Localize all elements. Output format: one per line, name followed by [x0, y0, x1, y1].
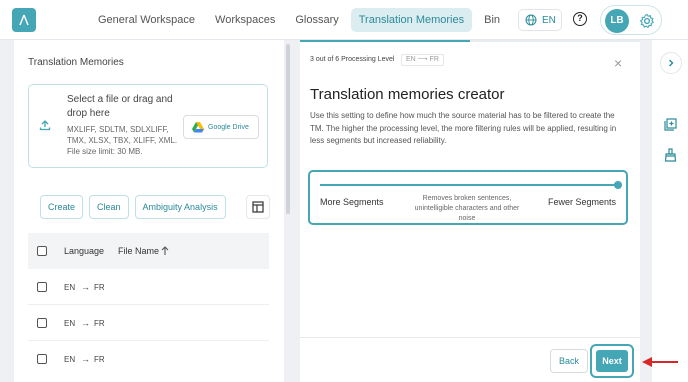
gear-icon[interactable] [639, 13, 655, 29]
table-header: Language File Name [28, 233, 269, 269]
next-button-highlight: Next [590, 344, 634, 378]
processing-level-slider[interactable]: More Segments Removes broken sentences, … [308, 170, 628, 225]
language-label: EN [542, 14, 556, 26]
main-nav: General Workspace Workspaces Glossary Tr… [90, 8, 508, 32]
dropzone-formats: MXLIFF, SDLTM, SDLXLIFF, TMX, XLSX, TBX,… [67, 124, 185, 157]
slider-min-label: More Segments [320, 197, 384, 207]
ambiguity-analysis-button[interactable]: Ambiguity Analysis [134, 195, 226, 219]
footer-divider [300, 337, 640, 338]
tm-action-buttons: Create Clean Ambiguity Analysis [40, 195, 226, 219]
column-file-name[interactable]: File Name [118, 246, 159, 256]
wizard-progress-bar [300, 40, 470, 42]
back-button[interactable]: Back [550, 349, 588, 373]
panel-title: Translation Memories [28, 57, 124, 68]
arrow-right-icon: → [81, 282, 90, 292]
slider-handle[interactable] [614, 181, 622, 189]
step-indicator: 3 out of 6 Processing Level [310, 56, 395, 63]
nav-bin[interactable]: Bin [476, 8, 508, 32]
clean-button[interactable]: Clean [89, 195, 129, 219]
target-language: FR [94, 355, 105, 364]
globe-icon [525, 14, 537, 26]
top-navigation-bar: General Workspace Workspaces Glossary Tr… [0, 0, 688, 40]
row-checkbox[interactable] [37, 354, 47, 364]
slider-level-description: Removes broken sentences, unintelligible… [414, 195, 520, 222]
translation-memories-panel: Translation Memories Select a file or dr… [14, 40, 284, 382]
avatar[interactable]: LB [605, 9, 629, 33]
dropzone-formats-text: MXLIFF, SDLTM, SDLXLIFF, TMX, XLSX, TBX,… [67, 125, 178, 145]
close-icon[interactable]: × [614, 56, 622, 70]
google-drive-label: Google Drive [208, 123, 249, 131]
dialog-title: Translation memories creator [310, 86, 505, 103]
slider-max-label: Fewer Segments [547, 197, 616, 207]
right-sidebar [652, 40, 688, 382]
nav-glossary[interactable]: Glossary [287, 8, 346, 32]
nav-translation-memories[interactable]: Translation Memories [350, 8, 473, 32]
table-row[interactable]: EN → FR [28, 269, 269, 305]
next-button[interactable]: Next [596, 350, 628, 372]
add-layers-icon[interactable] [664, 118, 677, 131]
google-drive-icon [192, 121, 204, 132]
upload-icon [39, 120, 51, 131]
app-frame: General Workspace Workspaces Glossary Tr… [0, 0, 688, 382]
source-language: EN [64, 283, 76, 292]
slider-track[interactable] [320, 184, 620, 186]
tm-creator-dialog: 3 out of 6 Processing Level EN ⟶ FR × Tr… [300, 40, 640, 382]
sort-arrow-up-icon[interactable] [161, 246, 169, 256]
annotation-arrow-icon [642, 357, 678, 367]
language-selector[interactable]: EN [518, 9, 562, 31]
source-language: EN [64, 355, 76, 364]
source-language: EN [64, 319, 76, 328]
dialog-description: Use this setting to define how much the … [310, 111, 617, 145]
chevron-right-icon [669, 59, 674, 67]
google-drive-button[interactable]: Google Drive [183, 115, 259, 139]
select-all-checkbox[interactable] [37, 246, 47, 256]
row-checkbox[interactable] [37, 318, 47, 328]
table-row[interactable]: EN → FR [28, 305, 269, 341]
target-language: FR [94, 283, 105, 292]
language-pair-tag: EN ⟶ FR [401, 54, 444, 66]
expand-sidebar-button[interactable] [660, 52, 682, 74]
nav-workspaces[interactable]: Workspaces [207, 8, 283, 32]
file-dropzone[interactable]: Select a file or drag and drop here MXLI… [28, 84, 268, 168]
table-row[interactable]: EN → FR [28, 341, 269, 377]
dropzone-size-limit: File size limit: 30 MB. [67, 147, 143, 156]
app-logo-icon[interactable] [12, 8, 36, 32]
left-panel-scroll-thumb[interactable] [286, 44, 290, 214]
arrow-right-icon: → [81, 318, 90, 328]
arrow-right-icon: → [81, 354, 90, 364]
table-view-icon[interactable] [246, 195, 270, 219]
cleaning-brush-icon[interactable] [664, 148, 677, 162]
help-icon[interactable]: ? [573, 12, 587, 26]
user-menu[interactable]: LB [600, 5, 662, 35]
nav-general-workspace[interactable]: General Workspace [90, 8, 203, 32]
target-language: FR [94, 319, 105, 328]
row-checkbox[interactable] [37, 282, 47, 292]
create-button[interactable]: Create [40, 195, 84, 219]
dropzone-instruction: Select a file or drag and drop here [67, 94, 173, 119]
column-language[interactable]: Language [64, 246, 104, 256]
